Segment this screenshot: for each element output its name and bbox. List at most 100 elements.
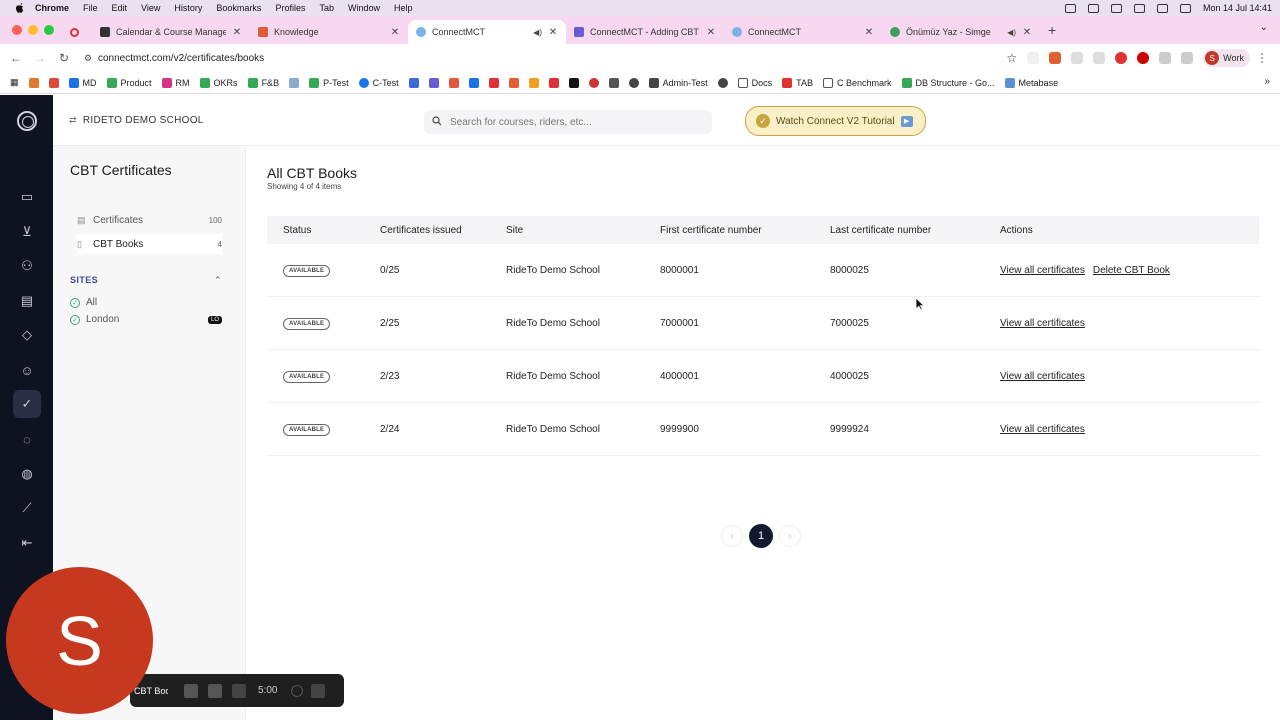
watch-tutorial-button[interactable]: ✓ Watch Connect V2 Tutorial ▶: [745, 106, 926, 136]
close-tab-icon[interactable]: ✕: [1022, 27, 1032, 38]
zoom-window-button[interactable]: [44, 25, 54, 35]
pen-extension-icon[interactable]: [1027, 52, 1040, 64]
close-window-button[interactable]: [12, 25, 22, 35]
bookmark-icon-only[interactable]: [548, 77, 559, 88]
school-selector[interactable]: ⇄ RIDETO DEMO SCHOOL: [69, 115, 204, 126]
menu-profiles[interactable]: Profiles: [275, 3, 305, 13]
bookmark-star-icon[interactable]: ☆: [1006, 51, 1017, 65]
recorder-webcam-avatar[interactable]: S: [6, 567, 153, 714]
bookmark-icon-only[interactable]: [428, 77, 439, 88]
menu-bookmarks[interactable]: Bookmarks: [216, 3, 261, 13]
menu-window[interactable]: Window: [348, 3, 380, 13]
camera-extension-icon[interactable]: [1093, 52, 1106, 64]
view-all-certificates-link[interactable]: View all certificates: [1000, 371, 1085, 382]
view-all-certificates-link[interactable]: View all certificates: [1000, 424, 1085, 435]
graduation-cap-icon[interactable]: ◇: [18, 326, 36, 344]
bookmark-icon-only[interactable]: [528, 77, 539, 88]
display-icon[interactable]: [1110, 3, 1122, 13]
gmail-icon[interactable]: [48, 77, 59, 88]
bookmark-db-structure[interactable]: DB Structure - Go...: [901, 77, 995, 88]
analytics-icon[interactable]: ⟋: [18, 499, 36, 517]
forward-arrow-icon[interactable]: →: [28, 51, 52, 65]
extension-icon[interactable]: [1071, 52, 1084, 64]
bookmark-admin-test[interactable]: Admin-Test: [648, 77, 708, 88]
pause-recording-button[interactable]: [208, 683, 222, 698]
bookmark-c-test[interactable]: C-Test: [358, 77, 399, 88]
bookmark-icon-only[interactable]: [608, 77, 619, 88]
tab-calendar[interactable]: Calendar & Course Managem ✕: [92, 20, 250, 44]
new-tab-icon[interactable]: +: [1048, 22, 1056, 38]
tab-onumuz-yaz[interactable]: Önümüz Yaz - Simge ◀) ✕: [882, 20, 1040, 44]
record-icon[interactable]: [1064, 3, 1076, 13]
trash-icon[interactable]: [311, 683, 326, 698]
messages-icon[interactable]: ◍: [18, 465, 36, 483]
close-tab-icon[interactable]: ✕: [232, 27, 242, 38]
wifi-icon[interactable]: [1133, 3, 1145, 13]
menu-history[interactable]: History: [174, 3, 202, 13]
gitlab-icon[interactable]: [508, 77, 519, 88]
opera-extension-icon[interactable]: [1137, 52, 1150, 64]
tab-knowledge[interactable]: Knowledge ✕: [250, 20, 408, 44]
back-arrow-icon[interactable]: ←: [4, 51, 28, 65]
bookmark-product[interactable]: Product: [106, 77, 152, 88]
bookmark-icon-only[interactable]: [717, 77, 728, 88]
apple-icon[interactable]: [13, 3, 25, 13]
bookmark-okrs[interactable]: OKRs: [199, 77, 238, 88]
tab-connectmct-adding[interactable]: ConnectMCT - Adding CBT B ✕: [566, 20, 724, 44]
audio-icon[interactable]: ◀): [1007, 28, 1016, 37]
bookmark-icon-only[interactable]: [468, 77, 479, 88]
menu-edit[interactable]: Edit: [112, 3, 128, 13]
users-icon[interactable]: ⚇: [18, 257, 36, 275]
menu-file[interactable]: File: [83, 3, 98, 13]
calendar-icon[interactable]: ▭: [18, 188, 36, 206]
site-info-icon[interactable]: ⚙: [84, 53, 98, 64]
apps-grid-icon[interactable]: ▦: [10, 77, 19, 88]
previous-page-icon[interactable]: ‹: [721, 525, 743, 547]
close-tab-icon[interactable]: ✕: [548, 27, 558, 38]
bookmark-rm[interactable]: RM: [161, 77, 190, 88]
chat-icon[interactable]: ◌: [18, 430, 36, 448]
close-tab-icon[interactable]: ✕: [706, 27, 716, 38]
view-all-certificates-link[interactable]: View all certificates: [1000, 318, 1085, 329]
document-icon[interactable]: ▤: [18, 292, 36, 310]
bookmark-icon-only[interactable]: [588, 77, 599, 88]
media-control-icon[interactable]: [1181, 52, 1194, 64]
delete-cbt-book-link[interactable]: Delete CBT Book: [1093, 265, 1170, 276]
search-input[interactable]: Search for courses, riders, etc...: [424, 110, 712, 134]
tab-connectmct-2[interactable]: ConnectMCT ✕: [724, 20, 882, 44]
bookmark-metabase[interactable]: Metabase: [1004, 77, 1058, 88]
url-text[interactable]: connectmct.com/v2/certificates/books: [98, 53, 264, 64]
more-bookmarks-icon[interactable]: »: [1264, 76, 1270, 87]
bookmark-icon-only[interactable]: [628, 77, 639, 88]
figma-icon[interactable]: [448, 77, 459, 88]
tab-search-chevron-icon[interactable]: ⌄: [1260, 22, 1268, 33]
sites-heading[interactable]: SITES ⌃: [70, 275, 222, 286]
chevron-up-icon[interactable]: ⌃: [214, 275, 222, 286]
smiley-icon[interactable]: ☺: [18, 361, 36, 379]
minimize-window-button[interactable]: [28, 25, 38, 35]
stop-recording-button[interactable]: [184, 683, 198, 698]
control-center-icon[interactable]: [1179, 3, 1191, 13]
view-all-certificates-link[interactable]: View all certificates: [1000, 265, 1085, 276]
bookmark-docs[interactable]: Docs: [737, 77, 772, 88]
bookmark-icon-only[interactable]: [568, 77, 579, 88]
extension-icon[interactable]: [1049, 52, 1062, 64]
audio-icon[interactable]: ◀): [533, 28, 542, 37]
bookmark-icon-only[interactable]: [28, 77, 39, 88]
site-filter-all[interactable]: ✓ All: [70, 297, 222, 308]
puzzle-icon[interactable]: [1159, 52, 1172, 64]
search-icon[interactable]: [1156, 3, 1168, 13]
close-tab-icon[interactable]: ✕: [864, 27, 874, 38]
nav-item-certificates[interactable]: ▤ Certificates 100: [77, 210, 222, 230]
menu-tab[interactable]: Tab: [319, 3, 334, 13]
close-tab-icon[interactable]: ✕: [390, 27, 400, 38]
app-logo[interactable]: [17, 111, 37, 131]
next-page-icon[interactable]: ›: [779, 525, 801, 547]
bookmark-fb[interactable]: F&B: [247, 77, 279, 88]
kebab-menu-icon[interactable]: ⋮: [1250, 51, 1274, 65]
menubar-clock[interactable]: Mon 14 Jul 14:41: [1203, 3, 1272, 13]
cart-icon[interactable]: ⊻: [18, 223, 36, 241]
nav-item-cbt-books[interactable]: ▯ CBT Books 4: [77, 234, 222, 254]
menu-view[interactable]: View: [141, 3, 160, 13]
logout-icon[interactable]: ⇤: [18, 534, 36, 552]
